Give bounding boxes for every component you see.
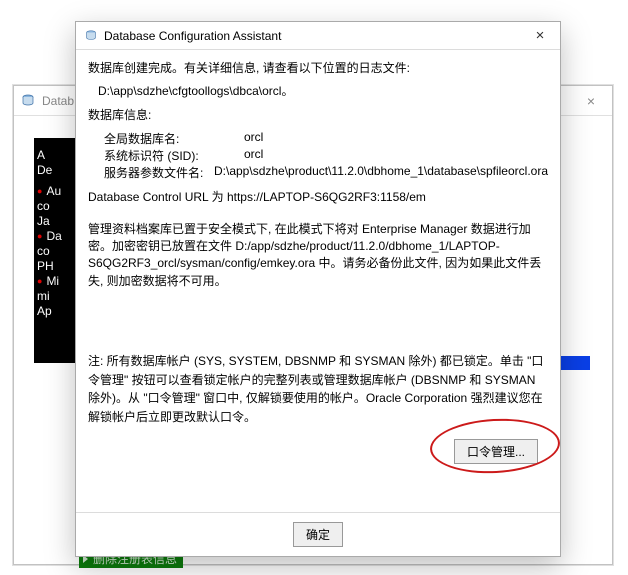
log-path: D:\app\sdzhe\cfgtoollogs\dbca\orcl。 bbox=[98, 83, 548, 100]
password-mgmt-wrap: 口令管理... bbox=[88, 439, 538, 464]
value-spfile: D:\app\sdzhe\product\11.2.0\dbhome_1\dat… bbox=[214, 164, 548, 181]
value-global-name: orcl bbox=[244, 130, 548, 147]
label-spfile: 服务器参数文件名: bbox=[104, 164, 214, 181]
ok-button[interactable]: 确定 bbox=[293, 522, 343, 547]
password-management-button[interactable]: 口令管理... bbox=[454, 439, 538, 464]
label-global-name: 全局数据库名: bbox=[104, 130, 244, 147]
dbca-dialog: Database Configuration Assistant × 数据库创建… bbox=[75, 21, 561, 557]
dialog-title: Database Configuration Assistant bbox=[104, 29, 528, 43]
row-sid: 系统标识符 (SID): orcl bbox=[104, 147, 548, 164]
row-spfile: 服务器参数文件名: D:\app\sdzhe\product\11.2.0\db… bbox=[104, 164, 548, 181]
row-global-name: 全局数据库名: orcl bbox=[104, 130, 548, 147]
dialog-footer: 确定 bbox=[76, 512, 560, 556]
database-icon bbox=[20, 93, 36, 109]
dialog-titlebar: Database Configuration Assistant × bbox=[76, 22, 560, 50]
value-sid: orcl bbox=[244, 147, 548, 164]
note-text: 注: 所有数据库帐户 (SYS, SYSTEM, DBSNMP 和 SYSMAN… bbox=[88, 352, 548, 426]
emkey-text: 管理资料档案库已置于安全模式下, 在此模式下将对 Enterprise Mana… bbox=[88, 221, 548, 291]
label-sid: 系统标识符 (SID): bbox=[104, 147, 244, 164]
dbinfo-header: 数据库信息: bbox=[88, 107, 548, 124]
dialog-content: 数据库创建完成。有关详细信息, 请查看以下位置的日志文件: D:\app\sdz… bbox=[76, 50, 560, 512]
parent-close-icon[interactable]: × bbox=[576, 93, 606, 109]
database-icon bbox=[84, 29, 98, 43]
em-url-text: Database Control URL 为 https://LAPTOP-S6… bbox=[88, 189, 548, 206]
close-icon[interactable]: × bbox=[528, 27, 552, 44]
completion-text: 数据库创建完成。有关详细信息, 请查看以下位置的日志文件: bbox=[88, 60, 548, 77]
